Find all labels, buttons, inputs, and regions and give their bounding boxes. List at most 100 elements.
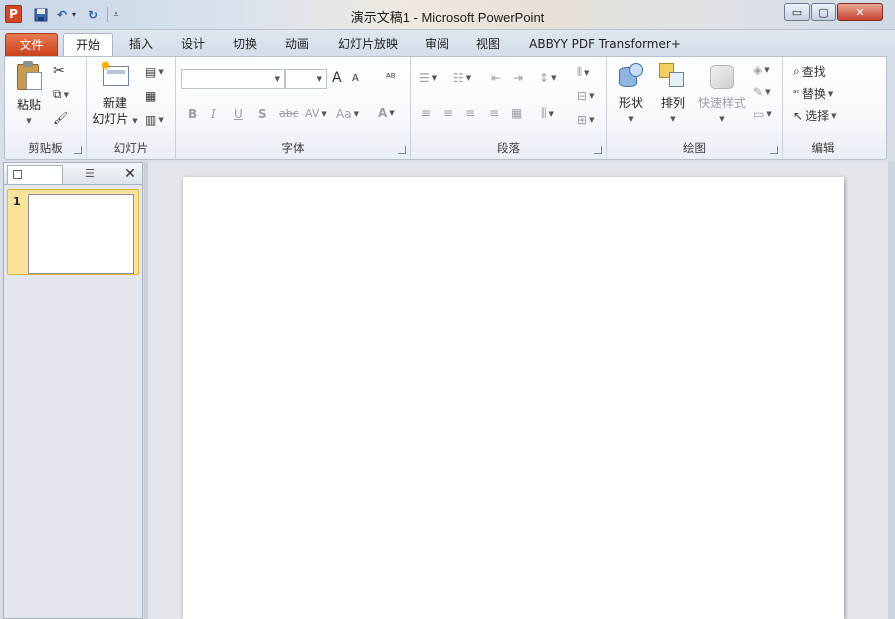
tab-slideshow[interactable]: 幻灯片放映 xyxy=(330,33,406,57)
shrink-font-icon[interactable]: A xyxy=(352,73,359,84)
group-clipboard: 粘贴 ▼ ✂ ⧉ ▼ 🖌 剪贴板 xyxy=(5,57,87,159)
reset-slide-icon[interactable]: ▦ xyxy=(145,89,156,103)
shapes-icon xyxy=(617,63,645,91)
minimize-button[interactable]: ▭ xyxy=(784,3,810,21)
panel-tabs: ☰ ✕ xyxy=(4,163,142,185)
bullets-icon: ☰ xyxy=(419,71,430,85)
shapes-button[interactable]: 形状 ▼ xyxy=(613,63,649,127)
tab-insert[interactable]: 插入 xyxy=(120,33,162,57)
close-panel-icon[interactable]: ✕ xyxy=(120,164,140,184)
columns-icon: ⫼ xyxy=(541,106,547,120)
slide-thumbnail-image xyxy=(28,194,134,274)
text-direction-button[interactable]: ⫴ ▼ xyxy=(577,65,589,80)
new-slide-label-2: 幻灯片 ▼ xyxy=(92,112,138,126)
smartart-icon: ⊞ xyxy=(577,113,588,127)
character-spacing-button[interactable]: AV ▼ xyxy=(305,107,327,120)
find-icon: ⌕ xyxy=(793,64,800,78)
format-painter-icon[interactable]: 🖌 xyxy=(53,111,68,125)
italic-button[interactable]: I xyxy=(211,107,216,121)
select-button[interactable]: ↖ 选择 ▼ xyxy=(793,107,836,124)
cut-icon[interactable]: ✂ xyxy=(53,63,65,79)
slide-canvas[interactable] xyxy=(183,177,844,619)
tab-transitions[interactable]: 切换 xyxy=(224,33,266,57)
arrange-icon xyxy=(659,63,687,91)
shape-effects-button[interactable]: ▭ ▼ xyxy=(753,107,772,121)
slide-editor xyxy=(148,162,888,619)
bullets-button[interactable]: ☰ ▼ xyxy=(419,71,437,85)
align-text-button[interactable]: ⊟ ▼ xyxy=(577,89,594,103)
paste-icon xyxy=(15,61,43,91)
tab-view[interactable]: 视图 xyxy=(467,33,509,57)
title-bar: P ↶ ▾ ↻ ⩡ 演示文稿1 - Microsoft PowerPoint ▭… xyxy=(0,0,895,30)
shape-outline-button[interactable]: ✎ ▼ xyxy=(753,85,770,99)
ribbon-tabs: 文件 开始 插入 设计 切换 动画 幻灯片放映 审阅 视图 ABBYY PDF … xyxy=(0,30,895,81)
strikethrough-button[interactable]: abc xyxy=(279,107,299,120)
new-slide-button[interactable]: ✸ 新建 幻灯片 ▼ xyxy=(91,60,139,129)
text-shadow-button[interactable]: S xyxy=(258,107,267,121)
group-drawing: 形状 ▼ 排列 ▼ 快速样式 ▼ ◈ ▼ ✎ ▼ ▭ ▼ 绘图 xyxy=(607,57,783,159)
tab-design[interactable]: 设计 xyxy=(172,33,214,57)
replace-button[interactable]: ᵃᶜ 替换 ▼ xyxy=(793,85,833,102)
clipboard-launcher-icon[interactable] xyxy=(74,146,82,154)
group-slides: ✸ 新建 幻灯片 ▼ ▤ ▼ ▦ ▥ ▼ 幻灯片 xyxy=(87,57,176,159)
select-icon: ↖ xyxy=(793,108,804,123)
smartart-button[interactable]: ⊞ ▼ xyxy=(577,113,594,127)
line-spacing-icon: ↕ xyxy=(539,71,550,85)
slide-thumbnail-1[interactable]: 1 xyxy=(7,189,139,275)
paste-button[interactable]: 粘贴 ▼ xyxy=(9,61,49,129)
arrange-button[interactable]: 排列 ▼ xyxy=(655,63,691,127)
numbering-button[interactable]: ☷ ▼ xyxy=(453,71,471,85)
drawing-launcher-icon[interactable] xyxy=(770,146,778,154)
layout-button[interactable]: ▤ ▼ xyxy=(145,65,164,79)
replace-icon: ᵃᶜ xyxy=(793,88,800,99)
group-paragraph: ☰ ▼ ☷ ▼ ⇤ ⇥ ↕ ▼ ⫴ ▼ ⊟ ▼ ⊞ ▼ ≡ ≡ ≡ ≡ ▦ ⫼ ▼ 段落 xyxy=(411,57,607,159)
line-spacing-button[interactable]: ↕ ▼ xyxy=(539,71,556,85)
close-button[interactable]: ✕ xyxy=(837,3,883,21)
section-button[interactable]: ▥ ▼ xyxy=(145,113,164,127)
shape-fill-button[interactable]: ◈ ▼ xyxy=(753,63,770,77)
section-icon: ▥ xyxy=(145,113,157,127)
bold-button[interactable]: B xyxy=(188,107,197,121)
quick-styles-icon xyxy=(707,63,737,91)
quick-styles-label: 快速样式 xyxy=(697,96,746,110)
center-button[interactable]: ≡ xyxy=(443,106,453,120)
justify-button[interactable]: ≡ xyxy=(489,106,499,120)
quick-styles-button[interactable]: 快速样式 ▼ xyxy=(695,63,749,127)
shapes-label: 形状 xyxy=(618,96,643,110)
distributed-button[interactable]: ▦ xyxy=(511,106,522,120)
underline-button[interactable]: U xyxy=(234,107,243,121)
font-color-button[interactable]: A ▼ xyxy=(378,106,395,120)
font-family-select[interactable]: ▼ xyxy=(181,69,285,89)
font-size-select[interactable]: ▼ xyxy=(285,69,327,89)
numbering-icon: ☷ xyxy=(453,71,464,85)
window-title: 演示文稿1 - Microsoft PowerPoint xyxy=(350,10,545,25)
shape-fill-icon: ◈ xyxy=(753,63,763,77)
decrease-indent-icon[interactable]: ⇤ xyxy=(491,71,501,85)
tab-outline-view[interactable]: ☰ xyxy=(64,165,116,184)
shape-effects-icon: ▭ xyxy=(753,107,765,121)
align-right-button[interactable]: ≡ xyxy=(465,106,475,120)
find-button[interactable]: ⌕ 查找 xyxy=(793,63,826,80)
font-group-label: 字体 xyxy=(281,141,305,155)
change-case-button[interactable]: Aa ▼ xyxy=(336,107,359,121)
tab-file[interactable]: 文件 xyxy=(5,33,58,57)
new-slide-icon: ✸ xyxy=(100,60,130,87)
grow-font-icon[interactable]: A xyxy=(332,70,342,86)
copy-button[interactable]: ⧉ ▼ xyxy=(53,87,69,102)
align-left-button[interactable]: ≡ xyxy=(421,106,431,120)
tab-slides-view[interactable] xyxy=(7,165,63,184)
align-text-icon: ⊟ xyxy=(577,89,588,103)
columns-button[interactable]: ⫼ ▼ xyxy=(541,106,554,121)
clear-formatting-icon[interactable]: ᴬᴮ xyxy=(386,71,396,84)
layout-icon: ▤ xyxy=(145,65,157,79)
vertical-scrollbar[interactable] xyxy=(888,162,895,619)
increase-indent-icon[interactable]: ⇥ xyxy=(513,71,523,85)
font-launcher-icon[interactable] xyxy=(398,146,406,154)
paragraph-group-label: 段落 xyxy=(497,141,520,155)
tab-review[interactable]: 审阅 xyxy=(416,33,458,57)
tab-abbyy[interactable]: ABBYY PDF Transformer+ xyxy=(521,33,689,57)
tab-animations[interactable]: 动画 xyxy=(276,33,318,57)
maximize-button[interactable]: ▢ xyxy=(811,3,836,21)
paragraph-launcher-icon[interactable] xyxy=(594,146,602,154)
drawing-group-label: 绘图 xyxy=(683,141,706,155)
